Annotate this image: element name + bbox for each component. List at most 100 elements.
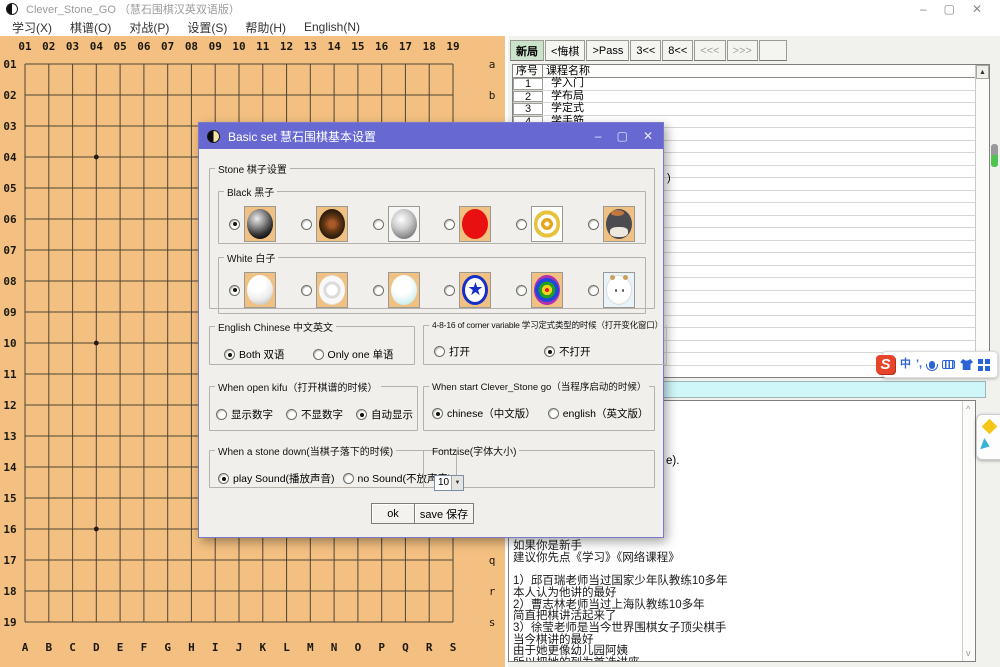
radio-button[interactable] bbox=[373, 285, 384, 296]
radio-button[interactable] bbox=[356, 409, 367, 420]
maximize-button[interactable]: ▢ bbox=[944, 1, 955, 17]
scroll-down-arrow[interactable]: v bbox=[966, 648, 971, 658]
menu-item[interactable]: 棋谱(O) bbox=[64, 19, 117, 36]
toolbox-grid-icon[interactable] bbox=[978, 359, 983, 364]
column-letter: I bbox=[206, 641, 224, 654]
stone-option[interactable] bbox=[516, 206, 563, 242]
stone-option[interactable] bbox=[301, 272, 348, 308]
radio-button[interactable] bbox=[373, 219, 384, 230]
radio-button[interactable] bbox=[444, 219, 455, 230]
dropdown-arrow-icon[interactable]: ▼ bbox=[451, 476, 463, 490]
menu-item[interactable]: 帮助(H) bbox=[239, 19, 292, 36]
radio-button[interactable] bbox=[544, 346, 555, 357]
keyboard-icon[interactable] bbox=[942, 360, 955, 369]
radio-button[interactable] bbox=[432, 408, 443, 419]
table-scrollbar[interactable]: ▲ bbox=[975, 65, 989, 377]
stone-option[interactable] bbox=[229, 272, 276, 308]
radio-button[interactable] bbox=[444, 285, 455, 296]
app-icon bbox=[6, 3, 18, 15]
close-button[interactable]: ✕ bbox=[972, 1, 982, 17]
dialog-maximize-button[interactable]: ▢ bbox=[617, 129, 628, 143]
table-row[interactable]: 1学入门 bbox=[513, 78, 975, 91]
fontsize-select[interactable]: 10 ▼ bbox=[434, 475, 464, 491]
radio-option[interactable]: chinese（中文版） bbox=[432, 406, 536, 421]
stone-option[interactable] bbox=[373, 206, 420, 242]
radio-option[interactable]: 自动显示 bbox=[356, 407, 413, 422]
radio-option[interactable]: 显示数字 bbox=[216, 407, 273, 422]
dialog-title-bar[interactable]: Basic set 慧石围棋基本设置 – ▢ ✕ bbox=[199, 123, 663, 149]
startup-language-group: When start Clever_Stone go（当程序启动的时候）chin… bbox=[423, 379, 655, 431]
language-toggle-icon[interactable]: 中 bbox=[900, 359, 911, 370]
radio-option[interactable]: english（英文版） bbox=[548, 406, 649, 421]
toolbar-button[interactable]: 8<< bbox=[662, 40, 693, 61]
toolbar-button[interactable]: <<< bbox=[694, 40, 725, 61]
row-index: 3 bbox=[513, 103, 543, 115]
desktop-gadget-icon[interactable] bbox=[976, 414, 1000, 460]
column-label: 03 bbox=[64, 40, 82, 53]
radio-button[interactable] bbox=[216, 409, 227, 420]
radio-option[interactable]: Both 双语 bbox=[224, 347, 285, 362]
toolbar-button[interactable]: >Pass bbox=[586, 40, 629, 61]
radio-option[interactable]: 不显数字 bbox=[286, 407, 343, 422]
toolbar-button[interactable]: 3<< bbox=[630, 40, 661, 61]
radio-button[interactable] bbox=[301, 285, 312, 296]
dialog-close-button[interactable]: ✕ bbox=[643, 129, 653, 143]
radio-option[interactable]: 不打开 bbox=[544, 344, 591, 359]
toolbar-button[interactable] bbox=[759, 40, 787, 61]
scroll-up-button[interactable]: ▲ bbox=[976, 65, 989, 79]
radio-button[interactable] bbox=[343, 473, 354, 484]
radio-option[interactable]: play Sound(播放声音) bbox=[218, 471, 335, 486]
ok-button[interactable]: ok bbox=[371, 503, 415, 524]
toolbar-button[interactable]: >>> bbox=[727, 40, 758, 61]
radio-button[interactable] bbox=[286, 409, 297, 420]
dialog-minimize-button[interactable]: – bbox=[595, 129, 602, 143]
radio-option[interactable]: Only one 单语 bbox=[313, 347, 394, 362]
minimize-button[interactable]: – bbox=[920, 1, 927, 17]
table-row[interactable]: 3学定式 bbox=[513, 103, 975, 116]
option-label: Only one 单语 bbox=[328, 347, 394, 362]
row-index: 2 bbox=[513, 91, 543, 103]
stone-option[interactable] bbox=[588, 206, 635, 242]
column-label: 06 bbox=[135, 40, 153, 53]
text-scrollbar[interactable]: ^ v bbox=[962, 401, 975, 661]
stone-option[interactable] bbox=[229, 206, 276, 242]
stone-option[interactable] bbox=[301, 206, 348, 242]
stone-option[interactable] bbox=[373, 272, 420, 308]
save-button[interactable]: save 保存 bbox=[414, 503, 474, 524]
menu-item[interactable]: 设置(S) bbox=[181, 19, 233, 36]
radio-button[interactable] bbox=[313, 349, 324, 360]
radio-button[interactable] bbox=[301, 219, 312, 230]
radio-button[interactable] bbox=[516, 219, 527, 230]
punctuation-icon[interactable]: ’, bbox=[916, 359, 922, 370]
radio-button[interactable] bbox=[434, 346, 445, 357]
radio-button[interactable] bbox=[588, 219, 599, 230]
window-scroll-thumb[interactable] bbox=[991, 144, 998, 167]
radio-button[interactable] bbox=[548, 408, 559, 419]
triangle-shape bbox=[980, 438, 992, 452]
partial-text-line: e). bbox=[666, 455, 679, 467]
menu-item[interactable]: English(N) bbox=[298, 20, 366, 34]
black-red-stone-icon bbox=[459, 206, 491, 242]
menu-item[interactable]: 学习(X) bbox=[6, 19, 58, 36]
menu-item[interactable]: 对战(P) bbox=[123, 19, 175, 36]
toolbar-button[interactable]: <悔棋 bbox=[545, 40, 585, 61]
radio-button[interactable] bbox=[218, 473, 229, 484]
radio-button[interactable] bbox=[588, 285, 599, 296]
stone-option[interactable] bbox=[444, 272, 491, 308]
scroll-up-arrow[interactable]: ^ bbox=[966, 404, 970, 414]
sogou-logo-icon[interactable]: S bbox=[876, 355, 895, 374]
toolbar-button[interactable]: 新局 bbox=[510, 40, 544, 61]
column-label: 04 bbox=[87, 40, 105, 53]
row-label: 15 bbox=[1, 492, 19, 505]
skin-icon[interactable] bbox=[960, 359, 973, 370]
radio-button[interactable] bbox=[229, 285, 240, 296]
radio-button[interactable] bbox=[224, 349, 235, 360]
stone-option[interactable] bbox=[444, 206, 491, 242]
radio-button[interactable] bbox=[229, 219, 240, 230]
stone-option[interactable] bbox=[588, 272, 635, 308]
black-stone-group: Black 黑子 bbox=[218, 184, 646, 244]
radio-option[interactable]: 打开 bbox=[434, 344, 470, 359]
radio-button[interactable] bbox=[516, 285, 527, 296]
stone-option[interactable] bbox=[516, 272, 563, 308]
microphone-icon[interactable] bbox=[929, 361, 935, 369]
